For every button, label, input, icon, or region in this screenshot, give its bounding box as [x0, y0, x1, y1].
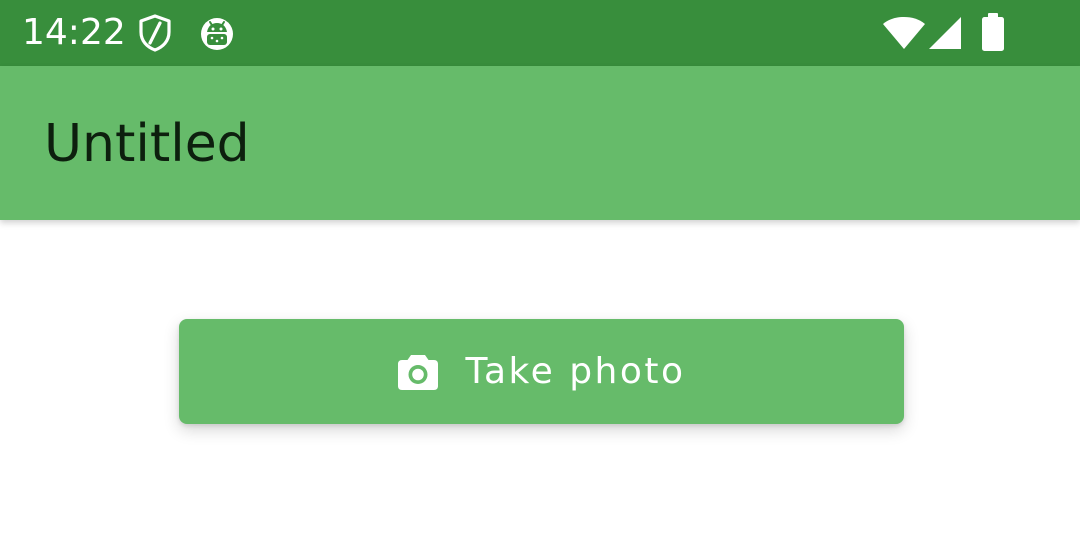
cellular-signal-icon	[929, 17, 961, 49]
take-photo-button-content: Take photo	[397, 350, 686, 392]
status-time: 14:22	[22, 12, 126, 53]
battery-icon	[982, 13, 1004, 51]
shield-icon	[139, 14, 171, 52]
wifi-icon	[883, 17, 925, 49]
take-photo-button-label: Take photo	[465, 350, 686, 392]
android-icon	[201, 18, 233, 50]
app-bar: Untitled	[0, 66, 1080, 220]
main-content: Take photo	[0, 220, 1080, 560]
take-photo-button[interactable]: Take photo	[179, 319, 904, 424]
status-bar: 14:22	[0, 0, 1080, 66]
page-title: Untitled	[44, 114, 250, 174]
camera-icon	[398, 354, 439, 390]
